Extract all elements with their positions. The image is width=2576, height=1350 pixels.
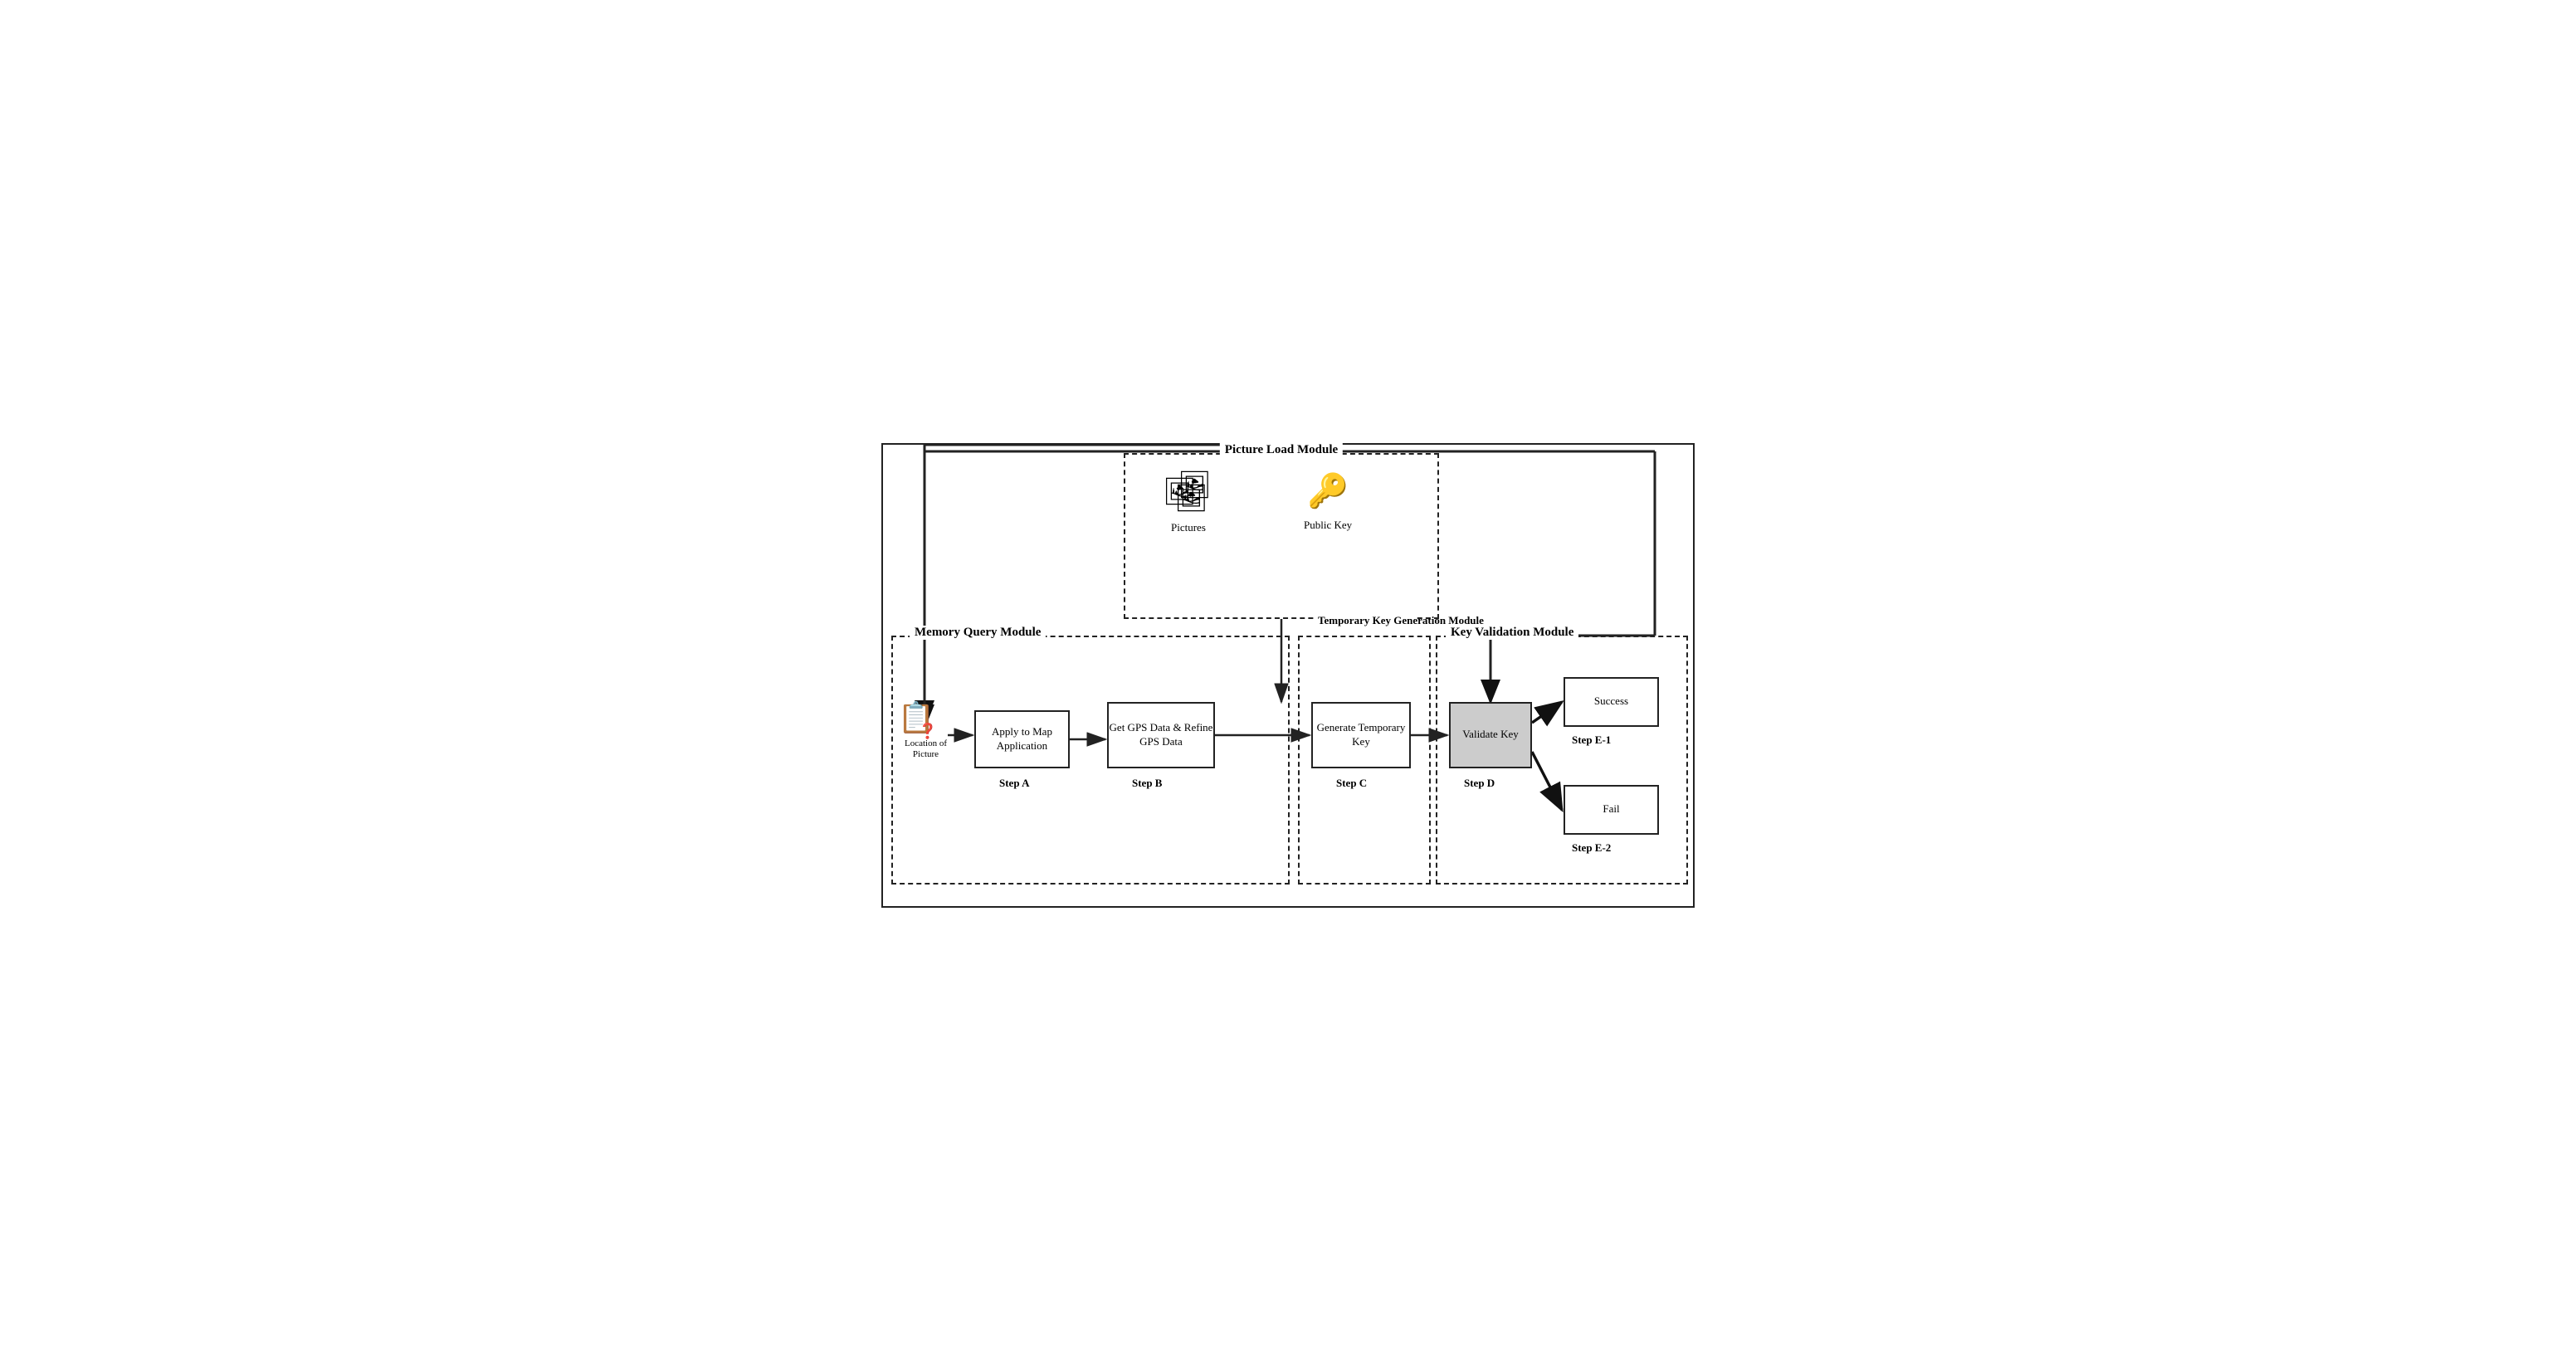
pictures-group: 🖼 🖼 🖼 Pictures: [1171, 471, 1206, 534]
step-b-box: Get GPS Data & Refine GPS Data: [1107, 702, 1215, 768]
step-a-box: Apply to Map Application: [974, 710, 1070, 768]
location-icon: 📋❓: [895, 700, 957, 735]
key-icon: 🔑: [1304, 471, 1352, 510]
step-e1-box: Success: [1564, 677, 1659, 727]
location-icon-group: 📋❓ Location of Picture: [895, 700, 957, 760]
temp-key-module-label: Temporary Key Generation Module: [1315, 614, 1414, 627]
public-key-group: 🔑 Public Key: [1304, 471, 1352, 532]
step-e1-label: Step E-1: [1572, 733, 1611, 747]
step-e1-text: Success: [1594, 694, 1628, 709]
step-a-text: Apply to Map Application: [976, 725, 1068, 753]
step-e2-box: Fail: [1564, 785, 1659, 835]
key-validation-module-label: Key Validation Module: [1446, 626, 1578, 640]
step-a-label: Step A: [999, 777, 1029, 790]
step-e2-label: Step E-2: [1572, 841, 1611, 855]
step-b-label: Step B: [1132, 777, 1162, 790]
picture-load-module: Picture Load Module 🖼 🖼 🖼 Pictures 🔑 Pub…: [1124, 453, 1439, 619]
step-e2-text: Fail: [1603, 802, 1619, 816]
step-c-box: Generate Temporary Key: [1311, 702, 1411, 768]
pictures-label: Pictures: [1171, 521, 1206, 534]
step-c-text: Generate Temporary Key: [1313, 721, 1409, 749]
step-c-label: Step C: [1336, 777, 1367, 790]
diagram-container: Picture Load Module 🖼 🖼 🖼 Pictures 🔑 Pub…: [881, 443, 1695, 908]
location-label: Location of Picture: [895, 738, 957, 760]
memory-query-module-label: Memory Query Module: [910, 626, 1046, 640]
picture-load-module-label: Picture Load Module: [1220, 443, 1343, 457]
step-b-text: Get GPS Data & Refine GPS Data: [1109, 721, 1213, 749]
public-key-label: Public Key: [1304, 519, 1352, 532]
step-d-label: Step D: [1464, 777, 1495, 790]
step-d-text: Validate Key: [1462, 728, 1519, 742]
step-d-box: Validate Key: [1449, 702, 1532, 768]
